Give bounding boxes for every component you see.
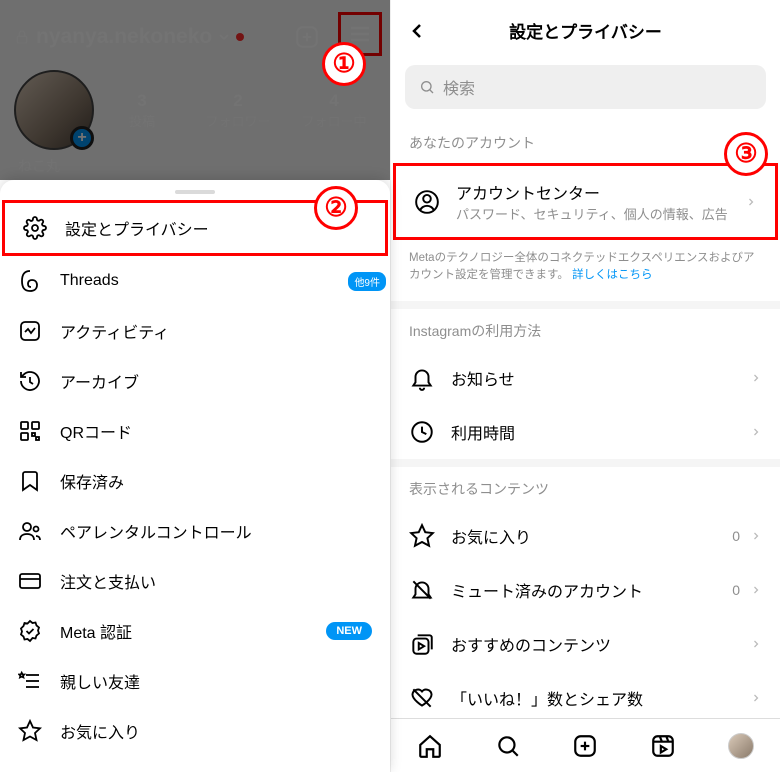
divider xyxy=(391,301,780,309)
people-icon xyxy=(18,519,42,543)
section-header: あなたのアカウント xyxy=(391,121,780,163)
menu-item-saved[interactable]: 保存済み xyxy=(0,456,390,506)
verified-icon xyxy=(18,619,42,643)
menu-item-activity[interactable]: アクティビティ xyxy=(0,306,390,356)
clock-icon xyxy=(409,419,435,445)
menu-item-verified[interactable]: Meta 認証 NEW xyxy=(0,606,390,656)
menu-item-parental[interactable]: ペアレンタルコントロール xyxy=(0,506,390,556)
menu-label: アクティビティ xyxy=(60,319,372,343)
heart-off-icon xyxy=(409,685,435,711)
item-sub: パスワード、セキュリティ、個人の情報、広告 xyxy=(456,204,745,223)
menu-item-close-friends[interactable]: 親しい友達 xyxy=(0,656,390,706)
menu-item-favorites[interactable]: お気に入り xyxy=(0,706,390,756)
menu-sheet: 設定とプライバシー Threads 他9件 アクティビティ アーカイブ QRコー… xyxy=(0,180,390,772)
section-header: 表示されるコンテンツ xyxy=(391,467,780,509)
star-icon xyxy=(18,719,42,743)
gear-icon xyxy=(23,216,47,240)
menu-label: 保存済み xyxy=(60,469,372,493)
back-icon[interactable] xyxy=(405,19,429,43)
activity-icon xyxy=(18,319,42,343)
mute-icon xyxy=(409,577,435,603)
menu-label: Threads xyxy=(60,272,348,290)
chevron-right-icon xyxy=(750,584,762,596)
badge: 他9件 xyxy=(348,272,386,291)
chevron-right-icon xyxy=(745,196,757,208)
search-placeholder: 検索 xyxy=(443,75,475,99)
star-icon xyxy=(409,523,435,549)
play-stack-icon xyxy=(409,631,435,657)
item-time[interactable]: 利用時間 xyxy=(391,405,780,459)
menu-item-threads[interactable]: Threads 他9件 xyxy=(0,256,390,306)
item-label: アカウントセンター xyxy=(456,180,745,204)
menu-label: 親しい友達 xyxy=(60,669,372,693)
item-favorites[interactable]: お気に入り 0 xyxy=(391,509,780,563)
sheet-grabber[interactable] xyxy=(175,190,215,194)
callout-2: ② xyxy=(314,186,358,230)
search-nav-icon[interactable] xyxy=(495,733,521,759)
page-title: 設定とプライバシー xyxy=(509,18,662,43)
menu-label: QRコード xyxy=(60,419,372,443)
meta-note: Metaのテクノロジー全体のコネクテッドエクスペリエンスおよびアカウント設定を管… xyxy=(391,240,780,301)
threads-icon xyxy=(18,269,42,293)
meta-link[interactable]: 詳しくはこちら xyxy=(572,269,653,281)
menu-label: Meta 認証 xyxy=(60,619,326,643)
menu-label: ペアレンタルコントロール xyxy=(60,519,372,543)
callout-1: ① xyxy=(322,42,366,86)
menu-label: お気に入り xyxy=(60,719,372,743)
search-input[interactable]: 検索 xyxy=(405,65,766,109)
menu-label: 注文と支払い xyxy=(60,569,372,593)
count: 0 xyxy=(732,528,740,544)
bottom-nav xyxy=(391,718,780,772)
item-muted[interactable]: ミュート済みのアカウント 0 xyxy=(391,563,780,617)
bell-icon xyxy=(409,365,435,391)
menu-item-archive[interactable]: アーカイブ xyxy=(0,356,390,406)
section-header: Instagramの利用方法 xyxy=(391,309,780,351)
create-nav-icon[interactable] xyxy=(572,733,598,759)
reels-icon[interactable] xyxy=(650,733,676,759)
qr-icon xyxy=(18,419,42,443)
item-likes-shares[interactable]: 「いいね！」数とシェア数 xyxy=(391,671,780,725)
new-badge: NEW xyxy=(326,622,372,640)
item-suggested[interactable]: おすすめのコンテンツ xyxy=(391,617,780,671)
chevron-right-icon xyxy=(750,372,762,384)
chevron-right-icon xyxy=(750,426,762,438)
card-icon xyxy=(18,569,42,593)
chevron-right-icon xyxy=(750,530,762,542)
item-notifications[interactable]: お知らせ xyxy=(391,351,780,405)
chevron-right-icon xyxy=(750,692,762,704)
account-center-item[interactable]: アカウントセンター パスワード、セキュリティ、個人の情報、広告 xyxy=(393,163,778,240)
list-star-icon xyxy=(18,669,42,693)
chevron-right-icon xyxy=(750,638,762,650)
divider xyxy=(391,459,780,467)
callout-3: ③ xyxy=(724,132,768,176)
nav-avatar[interactable] xyxy=(728,733,754,759)
archive-icon xyxy=(18,369,42,393)
search-icon xyxy=(419,79,435,95)
menu-label: アーカイブ xyxy=(60,369,372,393)
profile-icon xyxy=(414,189,440,215)
count: 0 xyxy=(732,582,740,598)
menu-item-payment[interactable]: 注文と支払い xyxy=(0,556,390,606)
menu-item-qr[interactable]: QRコード xyxy=(0,406,390,456)
bookmark-icon xyxy=(18,469,42,493)
home-icon[interactable] xyxy=(417,733,443,759)
